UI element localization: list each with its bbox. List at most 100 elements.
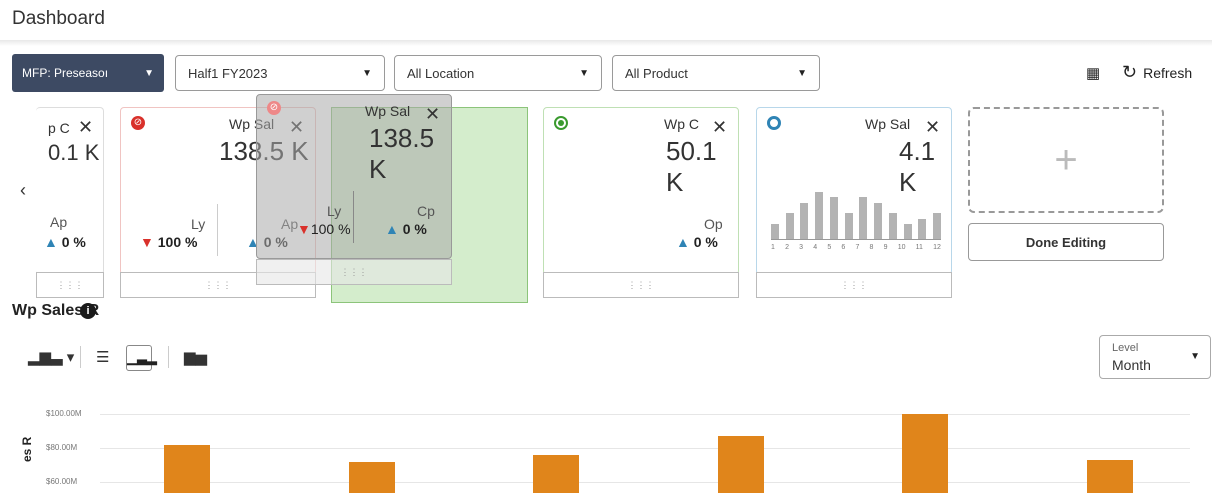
gridline	[100, 482, 1190, 483]
tile-name: p C	[48, 120, 70, 136]
sparkline-label: 2	[785, 244, 789, 251]
sparkline-label: 10	[897, 244, 906, 251]
metric-label: Cp	[417, 203, 435, 219]
location-dropdown[interactable]: All Location ▼	[394, 55, 602, 91]
metric-label: Op	[704, 216, 723, 232]
tile-name: Wp C	[664, 116, 699, 132]
sparkline-label: 3	[799, 244, 804, 251]
metric-tile[interactable]: Wp Sal ✕ 4.1 K 1 2 3 4 5 6 7 8 9 10 11 12	[756, 107, 952, 275]
metric-label: Ly	[327, 203, 342, 219]
close-icon[interactable]: ✕	[712, 117, 727, 138]
sparkline-label: 7	[855, 244, 860, 251]
sparkline-bar	[771, 224, 779, 240]
vertical-bar-icon[interactable]: ▁▃▂	[126, 345, 157, 371]
chevron-down-icon: ▼	[362, 67, 372, 79]
gridline	[100, 448, 1190, 449]
metric-change: ▲ 0 %	[676, 234, 718, 250]
table-view-icon[interactable]: ▦	[1086, 64, 1100, 82]
sparkline-label: 9	[883, 244, 888, 251]
sparkline-bar	[859, 197, 868, 240]
refresh-button[interactable]: ↻ Refresh	[1122, 62, 1192, 83]
close-icon[interactable]: ✕	[425, 104, 440, 125]
sparkline-label: 8	[869, 244, 874, 251]
metric-change: ▼100 %	[297, 221, 351, 237]
error-status-icon: ⊘	[267, 101, 281, 115]
tile-value: 138.5 K	[369, 123, 435, 184]
metric-change: ▲ 0 %	[44, 234, 86, 250]
carousel-prev-icon[interactable]: ‹	[20, 180, 26, 201]
chart-bar[interactable]	[164, 444, 210, 493]
chart-bar[interactable]	[717, 436, 764, 493]
gridline	[100, 414, 1190, 415]
y-tick-label: $100.00M	[46, 409, 82, 418]
sparkline-bar	[800, 203, 809, 240]
product-dropdown[interactable]: All Product ▼	[612, 55, 820, 91]
error-status-icon: ⊘	[131, 116, 145, 130]
refresh-icon: ↻	[1122, 62, 1138, 82]
dragged-metric-tile[interactable]: ⊘ Wp Sal ✕ 138.5 K Ly Cp ▼100 % ▲ 0 %	[256, 94, 452, 259]
sparkline-bar	[933, 213, 941, 240]
sparkline-bar	[918, 219, 927, 240]
sparkline-bar	[903, 224, 912, 240]
bar-chart: es R $100.00M $80.00M $60.00M	[0, 390, 1212, 493]
sparkline-bar	[844, 213, 853, 240]
tile-drag-handle[interactable]: ⋮⋮⋮	[543, 272, 739, 298]
y-axis-label: es R	[20, 436, 34, 462]
tile-divider	[353, 191, 354, 243]
sparkline-bar	[874, 203, 883, 240]
period-label: Half1 FY2023	[188, 65, 268, 81]
period-dropdown[interactable]: Half1 FY2023 ▼	[175, 55, 385, 91]
metric-change: ▼ 100 %	[140, 234, 198, 250]
chart-bar[interactable]	[348, 461, 395, 493]
level-dropdown[interactable]: Level Month ▼	[1099, 335, 1211, 379]
scenario-label: MFP: Preseasoı	[22, 66, 109, 80]
y-tick-label: $60.00M	[46, 477, 78, 486]
tile-value: 50.1 K	[666, 136, 717, 197]
sparkline-bar	[785, 213, 794, 240]
page-title: Dashboard	[12, 8, 105, 29]
scenario-dropdown[interactable]: MFP: Preseasoı ▼	[12, 54, 164, 92]
close-icon[interactable]: ✕	[925, 117, 940, 138]
refresh-label: Refresh	[1143, 64, 1193, 81]
location-label: All Location	[407, 65, 475, 81]
chart-bar[interactable]	[1086, 459, 1133, 493]
ok-status-icon	[554, 116, 568, 130]
horizontal-bar-icon[interactable]: ☰	[96, 348, 109, 366]
done-editing-button[interactable]: Done Editing	[968, 223, 1164, 261]
chevron-down-icon: ▼	[144, 67, 154, 79]
sparkline-bar	[888, 213, 897, 240]
tile-drag-handle[interactable]: ⋮⋮⋮	[36, 272, 104, 298]
sparkline-label: 11	[915, 244, 923, 251]
add-tile-button[interactable]: +	[968, 107, 1164, 213]
toolbar-divider	[168, 346, 169, 368]
chart-type-icon[interactable]: ▂▆▃ ▾	[28, 348, 74, 366]
stacked-bar-icon[interactable]: ▆▅	[184, 348, 207, 366]
sparkline-chart	[771, 188, 941, 240]
tile-value: 0.1 K	[48, 140, 100, 165]
plus-icon: +	[1054, 137, 1078, 182]
chevron-down-icon: ▼	[579, 67, 589, 79]
level-caption: Level	[1112, 342, 1139, 354]
sparkline-label: 12	[933, 244, 941, 251]
close-icon[interactable]: ✕	[78, 117, 93, 138]
neutral-status-icon	[767, 116, 781, 130]
header-divider	[0, 40, 1212, 46]
info-icon[interactable]: i	[80, 303, 96, 319]
tile-drag-handle[interactable]: ⋮⋮⋮	[256, 259, 452, 285]
chart-bar[interactable]	[533, 454, 579, 493]
sparkline-labels: 1 2 3 4 5 6 7 8 9 10 11 12	[771, 244, 941, 256]
arrow-up-icon: ▲	[676, 234, 690, 250]
metric-change: ▲ 0 %	[385, 221, 427, 237]
sparkline-label: 5	[827, 244, 832, 251]
tile-name: Wp Sal	[365, 103, 411, 119]
sparkline-label: 4	[813, 244, 818, 251]
product-label: All Product	[625, 65, 688, 81]
chart-bar[interactable]	[902, 414, 948, 493]
tile-drag-handle[interactable]: ⋮⋮⋮	[756, 272, 952, 298]
metric-label: Ap	[50, 214, 68, 230]
tile-divider	[217, 204, 218, 256]
metric-label: Ly	[191, 216, 206, 232]
sparkline-bar	[829, 197, 838, 240]
sparkline-label: 6	[841, 244, 846, 251]
tile-name: Wp Sal	[865, 116, 911, 132]
